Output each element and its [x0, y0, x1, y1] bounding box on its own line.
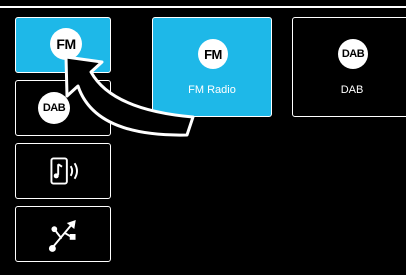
usb-icon	[48, 220, 76, 252]
source-screen: FM DAB FM FM Radio DAB DAB	[0, 0, 406, 275]
fm-icon: FM	[198, 39, 228, 69]
dab-tile[interactable]: DAB DAB	[292, 17, 406, 117]
fm-radio-label: FM Radio	[188, 84, 236, 96]
fm-icon: FM	[50, 28, 82, 60]
bluetooth-audio-icon	[50, 157, 78, 185]
top-divider	[0, 6, 406, 8]
sidebar-item-fm[interactable]: FM	[15, 17, 111, 73]
dab-icon: DAB	[338, 39, 368, 69]
fm-radio-tile[interactable]: FM FM Radio	[152, 17, 272, 117]
dab-icon: DAB	[38, 92, 70, 124]
sidebar-item-usb[interactable]	[15, 206, 111, 262]
sidebar-item-bluetooth-audio[interactable]	[15, 143, 111, 199]
sidebar-item-dab[interactable]: DAB	[15, 80, 111, 136]
dab-label: DAB	[340, 84, 364, 96]
